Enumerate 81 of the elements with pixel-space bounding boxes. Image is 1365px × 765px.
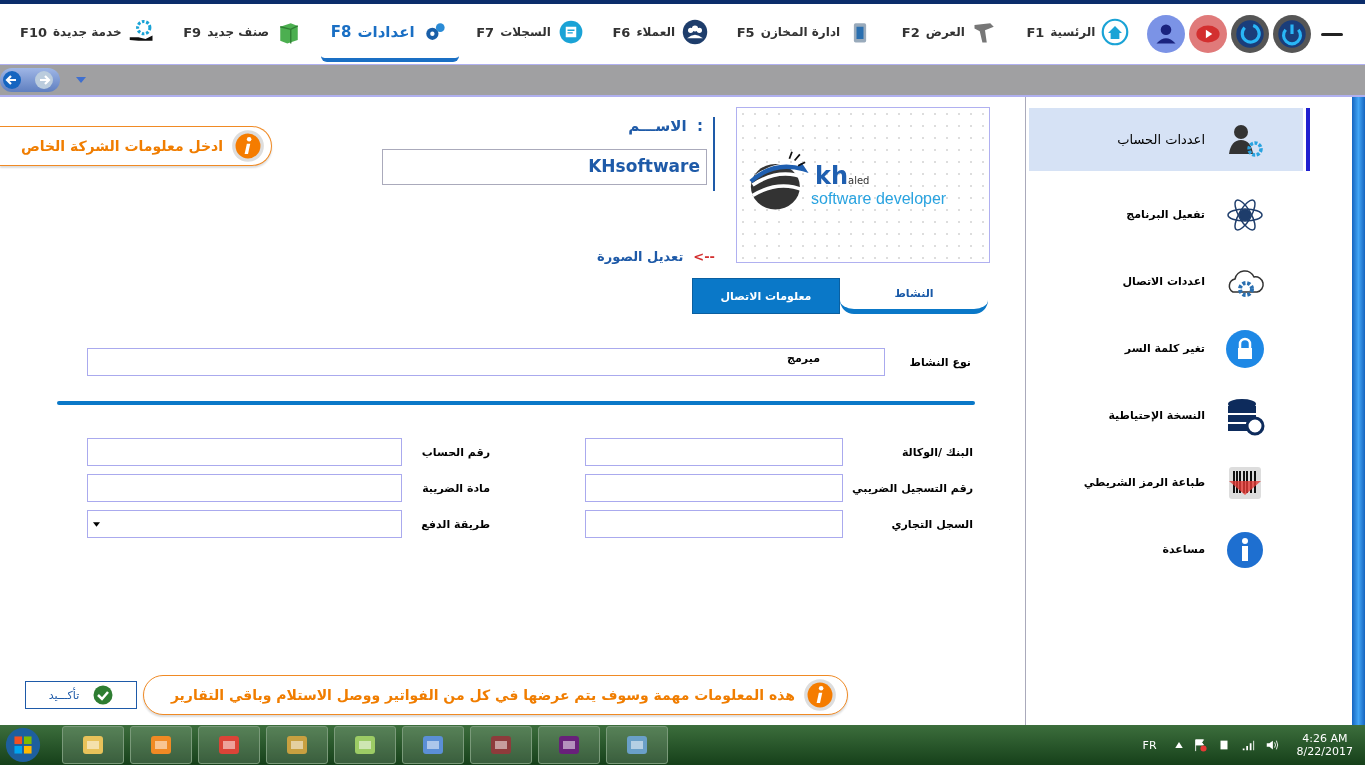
tray-arrow-icon[interactable] [1174,742,1183,748]
clock-date: 8/22/2017 [1296,745,1353,758]
history-buttons[interactable] [0,68,60,92]
flag-icon[interactable] [1192,738,1207,752]
sidebar-label: تغير كلمة السر [1124,342,1205,355]
shortcut-key: F9 [183,24,202,40]
sidebar-item[interactable]: اعددات الاتصال [1029,250,1303,313]
activity-field[interactable]: ميرمج [87,348,885,376]
menu-label: صنف جديد [207,25,270,39]
info-icon [1225,529,1265,570]
input-field[interactable] [585,510,843,538]
input-field[interactable] [585,438,843,466]
refresh-icon[interactable] [1230,15,1269,53]
minimize-icon[interactable] [1320,32,1343,36]
forward-icon[interactable] [34,70,54,90]
sidebar-item[interactable]: اعددات الحساب [1029,108,1310,171]
confirm-button[interactable]: تأكـــيد [25,681,137,709]
logo-mark: kh [815,162,849,190]
note-text: هذه المعلومات مهمة وسوف يتم عرضها في كل من الفواتير ووصل الاستلام وباقي التقارير [170,687,795,703]
shortcut-key: F10 [20,24,47,40]
clock-time: 4:26 AM [1302,732,1348,745]
sidebar-label: تفعيل البرنامج [1126,208,1205,221]
volume-icon[interactable] [1264,738,1279,752]
menu-label: ادارة المخازن [760,25,841,39]
lock-icon [1225,328,1265,369]
field-label: البنك /الوكالة [900,445,973,459]
name-label: الاســـم : [628,117,703,135]
power-icon[interactable] [1272,15,1311,53]
start-button[interactable] [4,726,42,764]
sidebar-label: طباعة الرمز الشريطي [1083,476,1205,489]
dropdown-field[interactable] [87,510,402,538]
name-field[interactable]: KHsoftware [382,149,707,185]
field-label: السجل التجاري [890,517,973,531]
sidebar-label: اعددات الحساب [1117,132,1205,147]
logo-suffix: aled [848,175,870,186]
field-label: رقم الحساب [420,445,490,459]
caret-icon [93,521,100,527]
sidebar-label: مساعدة [1162,543,1205,556]
record-icon[interactable] [1188,15,1227,53]
language-indicator[interactable]: FR [1142,738,1157,752]
shortcut-key: F8 [330,23,352,41]
input-field[interactable] [585,474,843,502]
user-icon[interactable] [1146,15,1185,53]
logo-tagline: software developer [811,190,947,208]
arrow-text: <-- [693,249,715,264]
shortcut-key: F7 [476,24,495,40]
menu-label: الرئسية [1050,25,1096,39]
input-field[interactable] [87,438,402,466]
shortcut-key: F2 [901,24,920,40]
back-icon[interactable] [2,70,22,90]
field-label: نوع النشاط [908,355,971,369]
sidebar-item[interactable]: تغير كلمة السر [1029,317,1303,380]
sidebar-label: اعددات الاتصال [1122,275,1205,288]
input-field[interactable] [87,474,402,502]
sidebar-item[interactable]: تفعيل البرنامج [1029,183,1303,246]
check-icon [93,685,114,705]
menu-label: اعدادات [357,23,415,41]
field-label: مادة الضريبة [421,481,490,495]
hint-text: ادخل معلومات الشركة الخاص [20,138,223,154]
edit-image-link[interactable]: تعديل الصورة [597,249,684,264]
shortcut-key: F1 [1026,24,1045,40]
sidebar-item[interactable]: النسخة الإحتياطية [1029,384,1303,447]
tab[interactable]: معلومات الاتصال [692,278,840,314]
home-icon [1101,18,1130,46]
shortcut-key: F6 [612,24,631,40]
signal-icon[interactable] [1240,738,1255,752]
info-icon [231,129,265,163]
info-icon [803,678,837,712]
menu-label: خدمة جديدة [53,25,122,39]
people-icon [681,18,710,46]
shortcut-key: F5 [736,24,755,40]
menu-label: السجلات [500,25,551,39]
sidebar-item[interactable]: مساعدة [1029,518,1303,581]
sidebar-item[interactable]: طباعة الرمز الشريطي [1029,451,1303,514]
menu-label: العملاء [636,25,676,39]
logo-panel[interactable]: khaled software developer [736,107,990,263]
scrollbar[interactable] [1352,97,1365,725]
menu-label: العرض [925,25,965,39]
field-label: رقم التسجيل الضريبي [851,481,973,495]
field-label: طريقة الدفع [420,517,490,531]
sidebar-label: النسخة الإحتياطية [1108,409,1205,422]
